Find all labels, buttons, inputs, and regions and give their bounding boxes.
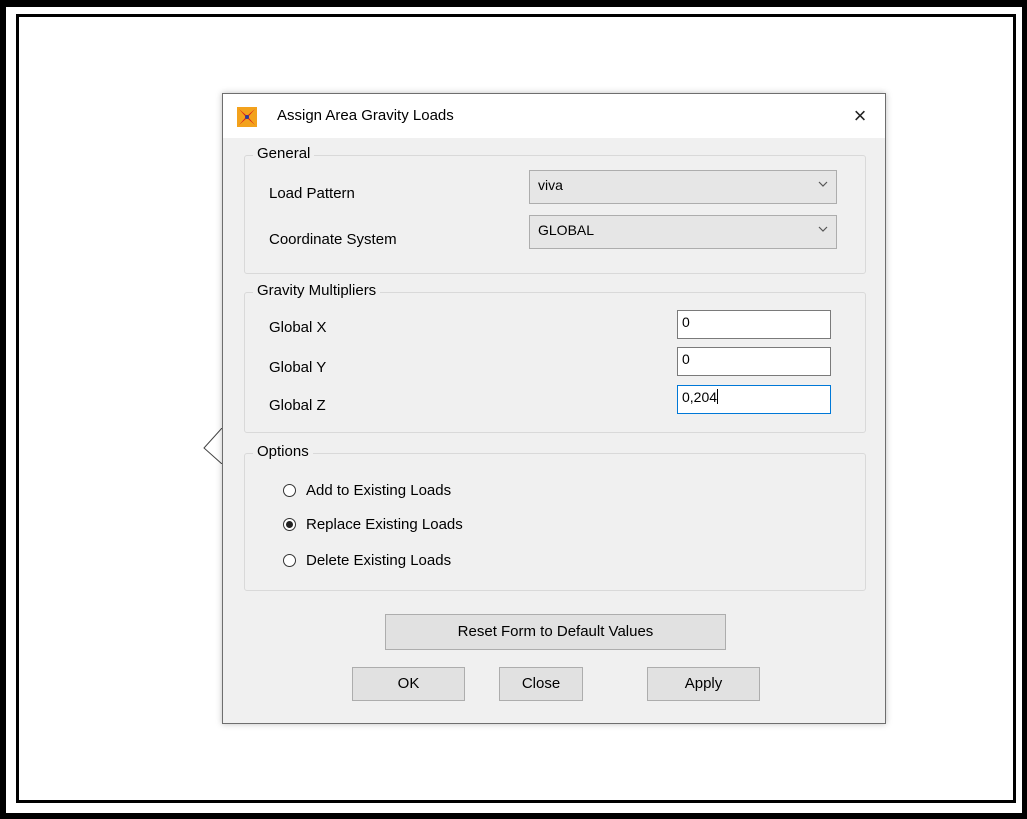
sap2000-app-icon	[237, 107, 257, 127]
radio-replace-existing[interactable]	[283, 518, 296, 531]
chevron-down-icon	[818, 226, 828, 232]
close-button[interactable]: Close	[499, 667, 583, 701]
coordinate-system-label: Coordinate System	[269, 231, 397, 248]
option-delete-existing[interactable]: Delete Existing Loads	[283, 552, 451, 569]
load-pattern-value: viva	[538, 177, 563, 193]
global-y-input[interactable]: 0	[677, 347, 831, 376]
gravity-multipliers-title: Gravity Multipliers	[253, 282, 381, 299]
option-add-existing-label: Add to Existing Loads	[306, 482, 452, 499]
global-x-value: 0	[682, 314, 690, 330]
dialog-title: Assign Area Gravity Loads	[277, 107, 454, 124]
global-x-label: Global X	[269, 319, 327, 336]
global-z-label: Global Z	[269, 397, 326, 414]
radio-delete-existing[interactable]	[283, 554, 296, 567]
global-y-label: Global Y	[269, 359, 327, 376]
title-bar[interactable]: Assign Area Gravity Loads ×	[223, 94, 885, 138]
options-group-title: Options	[253, 443, 313, 460]
coordinate-system-dropdown[interactable]: GLOBAL	[529, 215, 837, 249]
global-z-input[interactable]: 0,204	[677, 385, 831, 414]
general-group-title: General	[253, 145, 315, 162]
close-icon[interactable]: ×	[845, 101, 875, 131]
assign-area-gravity-loads-dialog: Assign Area Gravity Loads × General Load…	[222, 93, 886, 724]
load-pattern-label: Load Pattern	[269, 185, 355, 202]
chevron-down-icon	[818, 181, 828, 187]
option-delete-existing-label: Delete Existing Loads	[306, 552, 452, 569]
ok-button[interactable]: OK	[352, 667, 465, 701]
option-replace-existing-label: Replace Existing Loads	[306, 516, 463, 533]
option-add-existing[interactable]: Add to Existing Loads	[283, 482, 451, 499]
coordinate-system-value: GLOBAL	[538, 222, 595, 238]
text-caret	[717, 389, 719, 404]
global-y-value: 0	[682, 351, 690, 367]
radio-add-existing[interactable]	[283, 484, 296, 497]
global-z-value: 0,204	[682, 389, 718, 405]
reset-default-button[interactable]: Reset Form to Default Values	[385, 614, 726, 650]
option-replace-existing[interactable]: Replace Existing Loads	[283, 516, 463, 533]
global-x-input[interactable]: 0	[677, 310, 831, 339]
load-pattern-dropdown[interactable]: viva	[529, 170, 837, 204]
apply-button[interactable]: Apply	[647, 667, 760, 701]
